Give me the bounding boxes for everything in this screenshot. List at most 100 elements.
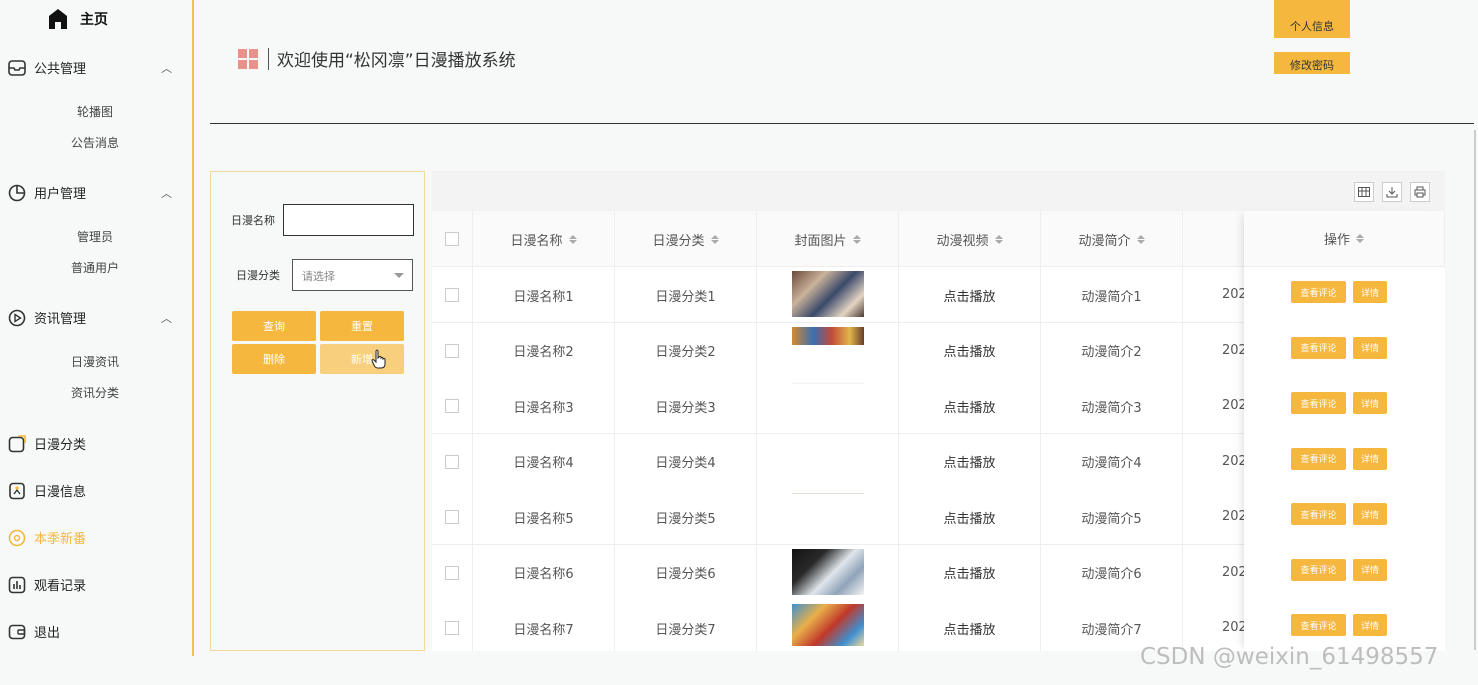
th-label: 日漫分类: [652, 233, 705, 249]
play-video-link[interactable]: 点击播放: [899, 433, 1041, 490]
view-comments-button[interactable]: 查看评论: [1291, 503, 1346, 525]
cover-image[interactable]: [791, 382, 864, 384]
bar-chart-icon: [8, 576, 26, 594]
sidebar-item-anime-news[interactable]: 日漫资讯: [0, 353, 190, 370]
view-comments-button[interactable]: 查看评论: [1291, 336, 1346, 359]
header-checkbox-cell: [432, 211, 473, 267]
cover-image[interactable]: [791, 548, 864, 595]
cell-intro: 动漫简介1: [1041, 267, 1183, 323]
query-button[interactable]: 查询: [232, 311, 316, 341]
row-checkbox-cell: [432, 433, 473, 490]
sidebar-group-public[interactable]: 公共管理 ︿: [8, 58, 178, 77]
page-title: 欢迎使用“松冈凛”日漫播放系统: [277, 51, 516, 71]
details-button[interactable]: 详情: [1353, 392, 1387, 414]
sidebar-item-admin[interactable]: 管理员: [0, 228, 190, 245]
view-comments-button[interactable]: 查看评论: [1291, 614, 1346, 636]
user-menu-change-password[interactable]: 修改密码: [1274, 57, 1350, 73]
details-button[interactable]: 详情: [1353, 558, 1387, 581]
th-video[interactable]: 动漫视频: [899, 211, 1041, 267]
search-category-placeholder: 请选择: [302, 270, 335, 283]
sidebar-item-watch-history[interactable]: 观看记录: [8, 575, 178, 594]
search-category-select[interactable]: 请选择: [292, 259, 413, 291]
cover-image[interactable]: [791, 604, 864, 646]
play-video-link[interactable]: 点击播放: [899, 489, 1041, 545]
row-checkbox[interactable]: [445, 288, 459, 302]
row-checkbox[interactable]: [445, 343, 459, 358]
play-video-link[interactable]: 点击播放: [899, 322, 1041, 379]
play-video-link[interactable]: 点击播放: [899, 544, 1041, 601]
user-menu-profile[interactable]: 个人信息: [1274, 18, 1350, 34]
sidebar-group-users[interactable]: 用户管理 ︿: [8, 183, 178, 202]
print-icon[interactable]: [1410, 182, 1430, 202]
cell-intro: 动漫简介4: [1041, 433, 1183, 490]
search-name-input[interactable]: [283, 204, 414, 236]
sidebar-item-carousel[interactable]: 轮播图: [0, 103, 190, 120]
columns-icon[interactable]: [1354, 182, 1374, 202]
details-button[interactable]: 详情: [1353, 447, 1387, 470]
cover-image[interactable]: [791, 271, 864, 317]
chevron-up-icon: ︿: [161, 61, 172, 75]
details-button[interactable]: 详情: [1353, 281, 1387, 303]
view-comments-button[interactable]: 查看评论: [1291, 281, 1346, 303]
th-label: 动漫视频: [936, 233, 989, 249]
details-button[interactable]: 详情: [1353, 336, 1387, 359]
cover-image[interactable]: [791, 326, 864, 345]
play-video-link[interactable]: 点击播放: [899, 378, 1041, 434]
details-button[interactable]: 详情: [1353, 614, 1387, 636]
cell-cover: [757, 544, 899, 601]
play-video-link[interactable]: 点击播放: [899, 267, 1041, 323]
cell-cover: [757, 322, 899, 379]
details-button[interactable]: 详情: [1353, 503, 1387, 525]
sidebar-item-anime-category[interactable]: 日漫分类: [8, 434, 178, 453]
sidebar-home-label: 主页: [80, 12, 108, 28]
sidebar-group-news[interactable]: 资讯管理 ︿: [8, 308, 178, 327]
export-icon[interactable]: [1382, 182, 1402, 202]
th-anime-name[interactable]: 日漫名称: [473, 211, 615, 267]
delete-button[interactable]: 删除: [232, 344, 316, 374]
chevron-up-icon: ︿: [161, 186, 172, 200]
search-category-label: 日漫分类: [236, 269, 280, 282]
sidebar-home[interactable]: 主页: [48, 8, 108, 30]
th-anime-category[interactable]: 日漫分类: [615, 211, 757, 267]
row-checkbox[interactable]: [445, 399, 459, 413]
add-button[interactable]: 新增: [320, 344, 404, 374]
cell-intro: 动漫简介6: [1041, 544, 1183, 601]
hand-cursor-icon: [371, 349, 386, 369]
sidebar-item-label: 本季新番: [34, 532, 87, 547]
th-label: 封面图片: [794, 233, 847, 249]
table-toolbar: [432, 171, 1445, 211]
bookmark-icon: [8, 482, 26, 500]
cell-anime-name: 日漫名称7: [473, 600, 615, 651]
sort-icon: [568, 234, 577, 244]
grid-icon: [238, 48, 258, 69]
view-comments-button[interactable]: 查看评论: [1291, 558, 1346, 581]
search-name-label: 日漫名称: [231, 214, 275, 227]
cell-intro: 动漫简介5: [1041, 489, 1183, 545]
row-checkbox[interactable]: [445, 621, 459, 635]
th-label: 日漫名称: [510, 233, 563, 249]
row-checkbox[interactable]: [445, 565, 459, 580]
sidebar-item-notice[interactable]: 公告消息: [0, 134, 190, 151]
row-checkbox[interactable]: [445, 510, 459, 524]
select-all-checkbox[interactable]: [445, 232, 459, 246]
sidebar-item-season-new[interactable]: 本季新番: [8, 528, 178, 547]
sidebar-item-anime-info[interactable]: 日漫信息: [8, 481, 178, 500]
view-comments-button[interactable]: 查看评论: [1291, 447, 1346, 470]
cover-image[interactable]: [791, 493, 864, 497]
sidebar-item-logout[interactable]: 退出: [8, 622, 178, 641]
play-circle-icon: [8, 309, 26, 327]
title-divider: [268, 47, 269, 70]
row-checkbox[interactable]: [445, 454, 459, 469]
cell-anime-name: 日漫名称6: [473, 544, 615, 601]
page-scrollbar[interactable]: [1474, 130, 1476, 650]
view-comments-button[interactable]: 查看评论: [1291, 392, 1346, 414]
play-video-link[interactable]: 点击播放: [899, 600, 1041, 651]
th-cover[interactable]: 封面图片: [757, 211, 899, 267]
sidebar-item-news-category[interactable]: 资讯分类: [0, 384, 190, 401]
cell-anime-name: 日漫名称1: [473, 267, 615, 323]
th-intro[interactable]: 动漫简介: [1041, 211, 1183, 267]
sidebar-item-label: 退出: [34, 626, 61, 641]
reset-button[interactable]: 重置: [320, 311, 404, 341]
sidebar-item-normal-users[interactable]: 普通用户: [0, 259, 190, 276]
sidebar-group-label: 公共管理: [34, 62, 87, 77]
